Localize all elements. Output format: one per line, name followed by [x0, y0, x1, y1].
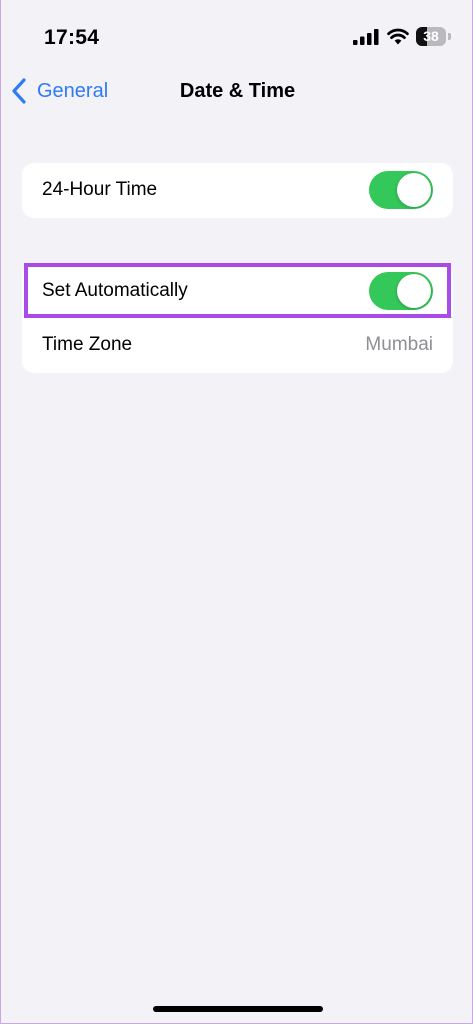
cellular-signal-icon — [353, 29, 379, 45]
toggle-set-automatically[interactable] — [369, 272, 433, 310]
wifi-icon — [387, 28, 409, 45]
row-24-hour-time: 24-Hour Time — [22, 163, 453, 217]
battery-level: 38 — [423, 28, 439, 44]
settings-screen: 17:54 38 General Date & Time 24-Hour Tim… — [0, 0, 473, 1024]
row-time-zone[interactable]: Time Zone Mumbai — [22, 318, 453, 372]
status-bar: 17:54 38 — [1, 0, 473, 64]
status-time: 17:54 — [44, 26, 100, 49]
toggle-knob — [397, 274, 431, 308]
battery-icon: 38 — [416, 27, 452, 46]
row-set-automatically: Set Automatically — [22, 264, 453, 318]
time-zone-value: Mumbai — [365, 334, 433, 355]
battery-body: 38 — [416, 27, 446, 46]
settings-group-automatic: Set Automatically Time Zone Mumbai — [22, 264, 453, 373]
page-title: Date & Time — [179, 80, 296, 102]
row-label: Set Automatically — [42, 280, 188, 301]
settings-group-time-format: 24-Hour Time — [22, 163, 453, 218]
row-label: Time Zone — [42, 334, 133, 355]
toggle-24-hour-time[interactable] — [369, 171, 433, 209]
row-label: 24-Hour Time — [42, 179, 158, 200]
battery-cap — [448, 33, 451, 40]
home-indicator[interactable] — [153, 1006, 323, 1012]
toggle-knob — [397, 173, 431, 207]
navigation-bar: General Date & Time — [1, 66, 473, 116]
